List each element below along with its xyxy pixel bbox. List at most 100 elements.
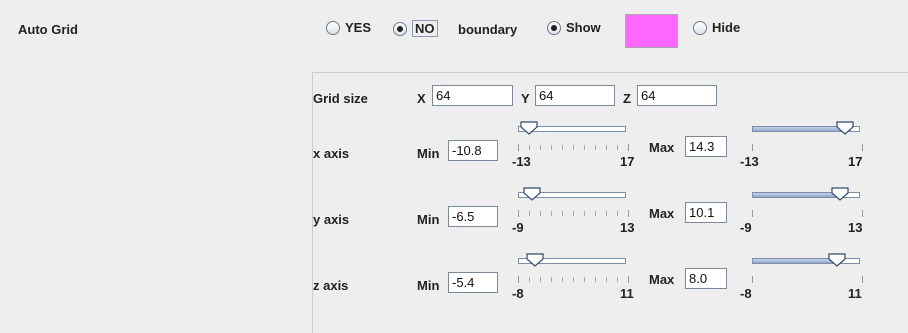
tick-mark <box>606 211 607 216</box>
tick-mark <box>518 144 519 151</box>
axis-max-field[interactable]: 14.3 <box>685 136 727 157</box>
tick-mark <box>628 276 629 283</box>
tick-mark <box>584 211 585 216</box>
axis-max-field[interactable]: 8.0 <box>685 268 727 289</box>
slider-thumb-icon[interactable] <box>828 253 846 267</box>
slider-range-min: -13 <box>512 154 531 169</box>
tick-mark <box>573 145 574 150</box>
slider-range-max: 17 <box>848 154 863 169</box>
tick-mark <box>595 277 596 282</box>
axis-min-field[interactable]: -10.8 <box>448 140 498 161</box>
axis-label: z axis <box>313 278 349 293</box>
slider-range-min: -9 <box>512 220 524 235</box>
axis-min-field[interactable]: -5.4 <box>448 272 498 293</box>
auto-grid-no-label: NO <box>412 20 438 37</box>
slider-range-min: -9 <box>740 220 752 235</box>
slider-ticks <box>518 144 629 151</box>
grid-z-label: Z <box>623 91 631 106</box>
tick-mark <box>551 277 552 282</box>
axis-min-label: Min <box>417 278 440 293</box>
tick-mark <box>562 145 563 150</box>
axis-max-slider[interactable]: -13 17 <box>740 121 872 169</box>
auto-grid-no-radio[interactable]: NO <box>393 20 438 37</box>
tick-mark <box>540 145 541 150</box>
slider-range-max: 17 <box>620 154 635 169</box>
tick-mark <box>617 211 618 216</box>
axis-max-slider[interactable]: -8 11 <box>740 253 872 301</box>
axis-max-label: Max <box>649 140 675 155</box>
grid-x-label: X <box>417 91 426 106</box>
tick-mark <box>584 277 585 282</box>
axis-min-slider[interactable]: -13 17 <box>512 121 638 169</box>
slider-ticks <box>518 210 629 217</box>
slider-ticks <box>752 276 863 283</box>
grid-x-field[interactable]: 64 <box>432 85 513 106</box>
tick-mark <box>573 211 574 216</box>
axis-min-slider[interactable]: -9 13 <box>512 187 638 235</box>
tick-mark <box>562 277 563 282</box>
slider-ticks <box>518 276 629 283</box>
radio-checked-icon <box>547 20 561 35</box>
tick-mark <box>551 211 552 216</box>
tick-mark <box>529 211 530 216</box>
boundary-color-swatch[interactable] <box>625 14 678 48</box>
boundary-hide-label: Hide <box>712 20 741 35</box>
axis-max-label: Max <box>649 272 675 287</box>
axis-max-label: Max <box>649 206 675 221</box>
slider-range-min: -8 <box>512 286 524 301</box>
tick-mark <box>529 145 530 150</box>
grid-y-field[interactable]: 64 <box>535 85 615 106</box>
tick-mark <box>752 276 753 283</box>
slider-range-max: 13 <box>620 220 635 235</box>
boundary-hide-radio[interactable]: Hide <box>693 20 740 35</box>
slider-ticks <box>752 210 863 217</box>
slider-thumb-icon[interactable] <box>836 121 854 135</box>
slider-thumb-icon[interactable] <box>831 187 849 201</box>
slider-thumb-icon[interactable] <box>523 187 541 201</box>
slider-thumb-icon[interactable] <box>526 253 544 267</box>
boundary-show-radio[interactable]: Show <box>547 20 601 35</box>
slider-range-max: 11 <box>848 286 862 301</box>
tick-mark <box>862 276 863 283</box>
tick-mark <box>595 145 596 150</box>
tick-mark <box>606 145 607 150</box>
tick-mark <box>628 210 629 217</box>
tick-mark <box>617 145 618 150</box>
axis-label: x axis <box>313 146 350 161</box>
tick-mark <box>606 277 607 282</box>
tick-mark <box>752 144 753 151</box>
tick-mark <box>617 277 618 282</box>
grid-z-field[interactable]: 64 <box>637 85 717 106</box>
boundary-show-label: Show <box>566 20 601 35</box>
tick-mark <box>628 144 629 151</box>
tick-mark <box>584 145 585 150</box>
boundary-label: boundary <box>458 22 518 37</box>
grid-y-label: Y <box>521 91 530 106</box>
tick-mark <box>551 145 552 150</box>
axis-max-slider[interactable]: -9 13 <box>740 187 872 235</box>
tick-mark <box>518 210 519 217</box>
tick-mark <box>518 276 519 283</box>
axis-max-field[interactable]: 10.1 <box>685 202 727 223</box>
slider-range-max: 11 <box>620 286 634 301</box>
tick-mark <box>752 210 753 217</box>
slider-thumb-icon[interactable] <box>520 121 538 135</box>
tick-mark <box>573 277 574 282</box>
axis-label: y axis <box>313 212 350 227</box>
axis-min-slider[interactable]: -8 11 <box>512 253 638 301</box>
tick-mark <box>862 144 863 151</box>
tick-mark <box>529 277 530 282</box>
tick-mark <box>595 211 596 216</box>
slider-ticks <box>752 144 863 151</box>
axis-min-label: Min <box>417 146 440 161</box>
auto-grid-yes-radio[interactable]: YES <box>326 20 371 35</box>
slider-range-min: -8 <box>740 286 752 301</box>
slider-range-min: -13 <box>740 154 759 169</box>
axis-min-field[interactable]: -6.5 <box>448 206 498 227</box>
slider-range-max: 13 <box>848 220 863 235</box>
grid-size-label: Grid size <box>313 91 368 106</box>
radio-unchecked-icon <box>326 20 340 35</box>
auto-grid-title: Auto Grid <box>18 22 78 37</box>
radio-checked-icon <box>393 21 407 36</box>
auto-grid-yes-label: YES <box>345 20 372 35</box>
